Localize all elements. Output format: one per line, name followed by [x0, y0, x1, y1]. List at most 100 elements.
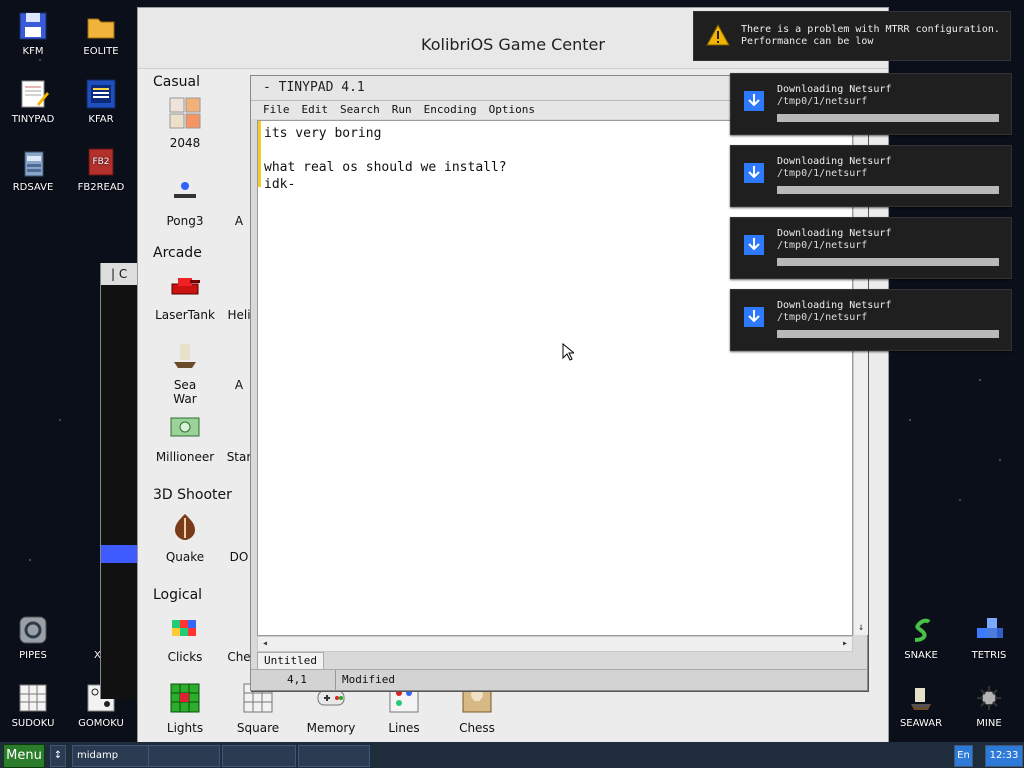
app-label: Millioneer	[155, 450, 215, 464]
app-pong3[interactable]: Pong3	[148, 174, 222, 228]
clock: 12:33	[985, 745, 1023, 767]
download-path: /tmp0/1/netsurf	[777, 168, 868, 179]
folder-icon	[87, 18, 115, 39]
keyboard-language[interactable]: En	[954, 745, 973, 767]
horizontal-scrollbar[interactable]: ◂ ▸	[257, 636, 853, 652]
notification-download[interactable]: Downloading Netsurf /tmp0/1/netsurf	[730, 73, 1012, 135]
desktop-icon-sudoku[interactable]: SUDOKU	[0, 682, 66, 729]
desktop-icon-label: KFAR	[88, 114, 114, 125]
app-lasertank[interactable]: LaserTank	[148, 268, 222, 322]
menu-options[interactable]: Options	[489, 101, 535, 119]
menu-search[interactable]: Search	[340, 101, 380, 119]
pipes-icon	[19, 616, 47, 644]
app-lights[interactable]: Lights	[148, 681, 222, 735]
warning-message: There is a problem with MTRR configurati…	[741, 24, 1000, 48]
lights-icon	[170, 683, 200, 713]
warning-line-1: There is a problem with MTRR configurati…	[741, 24, 1000, 35]
money-icon	[170, 417, 200, 437]
desktop-icon-seawar[interactable]: SEAWAR	[888, 682, 954, 729]
app-sea-war[interactable]: Sea War	[148, 338, 222, 406]
desktop-icon-label: SNAKE	[904, 650, 938, 661]
tank-icon	[171, 278, 200, 295]
desktop-icon-kfar[interactable]: KFAR	[68, 78, 134, 125]
background-window-title: | C	[101, 263, 139, 285]
taskbar-item[interactable]	[222, 745, 296, 767]
app-label: Memory	[306, 721, 356, 735]
sudoku-icon	[19, 684, 47, 712]
app-label: A	[234, 378, 244, 392]
desktop-icon-kfm[interactable]: KFM	[0, 10, 66, 57]
app-label: A	[234, 214, 244, 228]
start-menu-button[interactable]: Menu	[3, 744, 45, 768]
download-title: Downloading Netsurf	[777, 300, 892, 311]
task-switch-icon[interactable]: ↕	[50, 745, 66, 767]
app-label: Square	[236, 721, 280, 735]
menu-encoding[interactable]: Encoding	[424, 101, 477, 119]
scroll-right-arrow-icon[interactable]: ▸	[838, 637, 852, 651]
desktop-icon-mine[interactable]: MINE	[956, 682, 1022, 729]
desktop-icon-label: MINE	[976, 718, 1002, 729]
desktop-icon-pipes[interactable]: PIPES	[0, 614, 66, 661]
editor-line-4: idk-	[264, 177, 296, 192]
app-quake[interactable]: Quake	[148, 510, 222, 564]
desktop-icon-label: GOMOKU	[78, 718, 124, 729]
background-window-content-block	[101, 545, 137, 563]
download-progress-bar	[777, 186, 999, 194]
desktop-icon-tetris[interactable]: TETRIS	[956, 614, 1022, 661]
floppy-icon	[19, 12, 47, 40]
section-arcade: Arcade	[153, 245, 202, 261]
app-label: Star	[226, 450, 252, 464]
section-casual: Casual	[153, 74, 200, 90]
desktop-icon-snake[interactable]: SNAKE	[888, 614, 954, 661]
kfar-icon	[86, 79, 116, 109]
download-icon	[744, 307, 764, 327]
download-icon	[744, 235, 764, 255]
app-label: Sea War	[173, 378, 197, 406]
notification-download[interactable]: Downloading Netsurf /tmp0/1/netsurf	[730, 217, 1012, 279]
cursor-position: 4,1	[287, 673, 307, 686]
taskbar-item-midamp[interactable]: midamp	[72, 745, 150, 767]
menu-edit[interactable]: Edit	[302, 101, 329, 119]
fb2-book-icon: FB2	[88, 148, 114, 176]
clicks-icon	[172, 620, 196, 636]
app-label: DO	[229, 550, 249, 564]
download-path: /tmp0/1/netsurf	[777, 240, 868, 251]
app-label: LaserTank	[155, 308, 215, 322]
menu-run[interactable]: Run	[392, 101, 412, 119]
menu-file[interactable]: File	[263, 101, 290, 119]
app-label: Clicks	[167, 650, 203, 664]
editor-line-3: what real os should we install?	[264, 160, 507, 175]
section-3d-shooter: 3D Shooter	[153, 487, 232, 503]
desktop-icon-fb2read[interactable]: FB2 FB2READ	[68, 146, 134, 193]
taskbar-item[interactable]	[148, 745, 220, 767]
scroll-down-arrow-icon[interactable]: ↓	[854, 621, 868, 635]
app-label: Heli	[227, 308, 251, 322]
taskbar-item[interactable]	[298, 745, 370, 767]
app-millioneer[interactable]: Millioneer	[148, 410, 222, 464]
mouse-pointer-icon	[562, 343, 574, 361]
section-logical: Logical	[153, 587, 203, 603]
tab-untitled[interactable]: Untitled	[257, 652, 324, 670]
ship-icon	[174, 344, 196, 368]
modified-status: Modified	[335, 670, 395, 690]
desktop-icon-rdsave[interactable]: RDSAVE	[0, 146, 66, 193]
desktop-icon-label: KFM	[22, 46, 44, 57]
download-path: /tmp0/1/netsurf	[777, 96, 868, 107]
notification-download[interactable]: Downloading Netsurf /tmp0/1/netsurf	[730, 145, 1012, 207]
desktop-icon-tinypad[interactable]: TINYPAD	[0, 78, 66, 125]
scroll-left-arrow-icon[interactable]: ◂	[258, 637, 272, 651]
notification-download[interactable]: Downloading Netsurf /tmp0/1/netsurf	[730, 289, 1012, 351]
desktop-icon-eolite[interactable]: EOLITE	[68, 10, 134, 57]
rdsave-icon	[24, 151, 44, 177]
app-label: Quake	[165, 550, 205, 564]
notification-warning[interactable]: There is a problem with MTRR configurati…	[693, 11, 1011, 61]
editor-text[interactable]: its very boring what real os should we i…	[264, 125, 507, 193]
download-title: Downloading Netsurf	[777, 156, 892, 167]
desktop-icon-label: FB2READ	[77, 182, 125, 193]
download-title: Downloading Netsurf	[777, 84, 892, 95]
modified-lines-gutter	[258, 121, 261, 187]
app-clicks[interactable]: Clicks	[148, 610, 222, 664]
app-2048[interactable]: 2048	[148, 96, 222, 150]
download-path: /tmp0/1/netsurf	[777, 312, 868, 323]
editor-line-2	[264, 142, 507, 159]
